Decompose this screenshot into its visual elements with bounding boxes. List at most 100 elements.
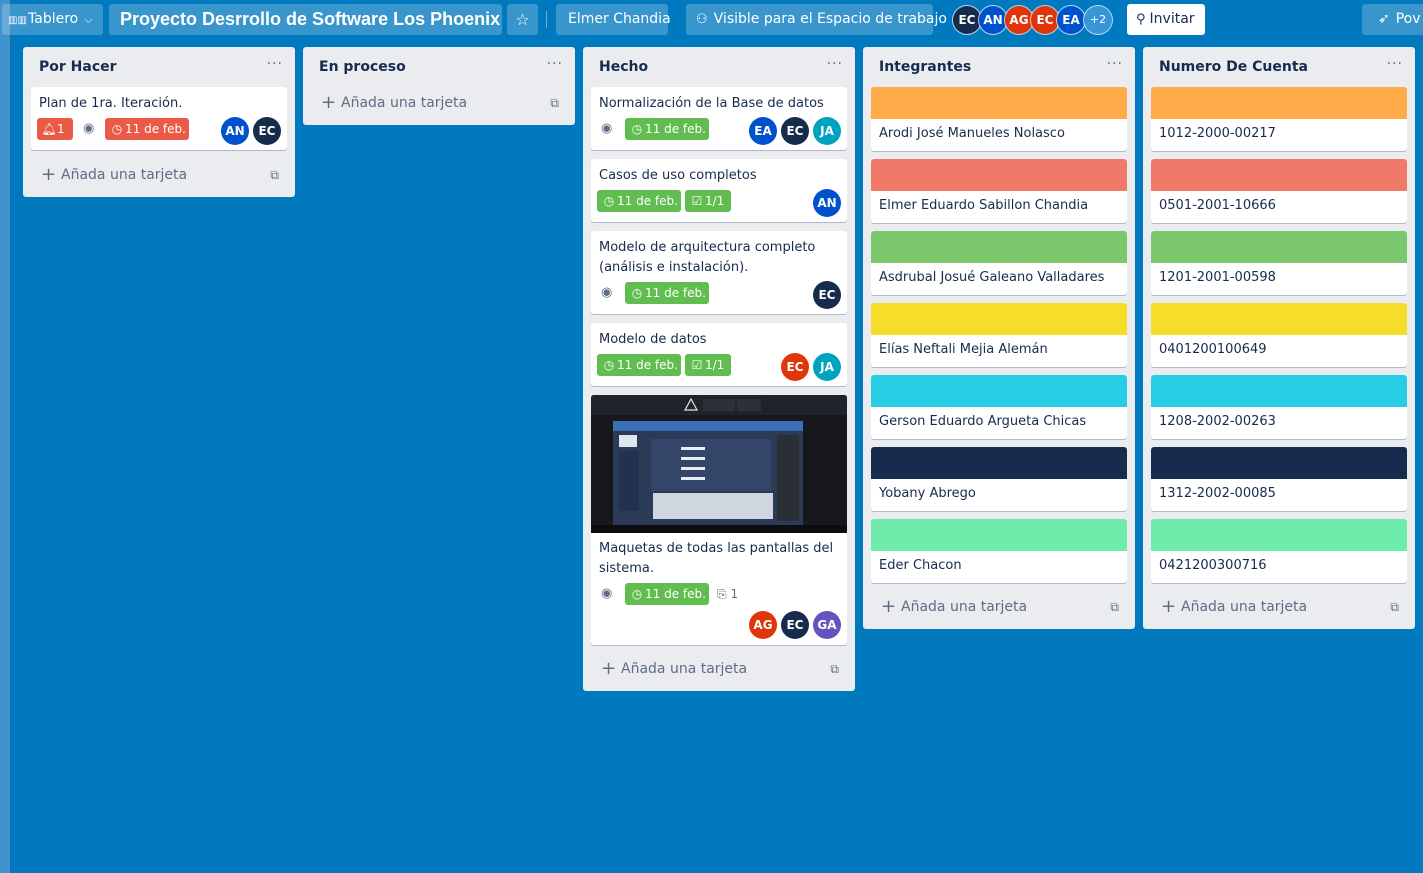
due-date-badge[interactable]: ◷ 11 de feb.: [597, 190, 681, 212]
list-title[interactable]: En proceso: [319, 59, 406, 75]
add-card-button[interactable]: + Añada una tarjeta ⧉: [1151, 593, 1407, 621]
card[interactable]: Elmer Eduardo Sabillon Chandia: [871, 159, 1127, 223]
card-title: 1208-2002-00263: [1159, 414, 1276, 429]
card[interactable]: Eder Chacon: [871, 519, 1127, 583]
card[interactable]: Modelo de arquitectura completo (análisi…: [591, 231, 847, 314]
template-icon[interactable]: ⧉: [830, 655, 839, 683]
eye-icon: ◉: [601, 285, 613, 300]
card[interactable]: 1012-2000-00217: [1151, 87, 1407, 151]
list-title[interactable]: Numero De Cuenta: [1159, 59, 1308, 75]
label-strip: [871, 159, 1127, 191]
list-integrantes: Integrantes ··· Arodi José Manueles Nola…: [863, 47, 1135, 629]
clock-icon: ◷: [631, 587, 643, 601]
due-date-badge[interactable]: ◷ 11 de feb.: [597, 354, 681, 376]
board-switcher-button[interactable]: ▥▥Tablero ⌵: [2, 4, 103, 35]
board-title[interactable]: Proyecto Desrrollo de Software Los Phoen…: [109, 4, 502, 35]
more-icon[interactable]: ···: [267, 56, 283, 72]
add-card-button[interactable]: + Añada una tarjeta ⧉: [871, 593, 1127, 621]
avatar[interactable]: GA: [813, 611, 841, 639]
card-title: 0401200100649: [1159, 342, 1267, 357]
eye-icon: ◉: [601, 121, 613, 136]
header-divider: [546, 11, 547, 28]
template-icon[interactable]: ⧉: [1110, 593, 1119, 621]
card[interactable]: Casos de uso completos ◷ 11 de feb. ☑ 1/1 …: [591, 159, 847, 222]
card[interactable]: 0401200100649: [1151, 303, 1407, 367]
label-strip: [871, 519, 1127, 551]
attachment-badge: ⎘ 1: [717, 587, 739, 601]
star-icon[interactable]: ☆: [507, 4, 538, 35]
add-card-button[interactable]: + Añada una tarjeta ⧉: [311, 89, 567, 117]
list-header: Hecho ···: [583, 47, 855, 85]
card[interactable]: 0501-2001-10666: [1151, 159, 1407, 223]
add-card-button[interactable]: + Añada una tarjeta ⧉: [591, 655, 847, 683]
avatar[interactable]: EA: [749, 117, 777, 145]
card[interactable]: 1312-2002-00085: [1151, 447, 1407, 511]
card[interactable]: 1208-2002-00263: [1151, 375, 1407, 439]
list-numero-de-cuenta: Numero De Cuenta ··· 1012-2000-00217 050…: [1143, 47, 1415, 629]
due-date-badge[interactable]: ◷ 11 de feb.: [105, 118, 189, 140]
paperclip-icon: ⎘: [717, 587, 727, 601]
card-badges: ◷ 11 de feb. ☑ 1/1: [597, 354, 747, 376]
rocket-icon: ➶: [1378, 11, 1390, 27]
avatar[interactable]: EC: [781, 117, 809, 145]
avatar[interactable]: EC: [781, 353, 809, 381]
avatar[interactable]: AN: [813, 189, 841, 217]
avatar[interactable]: EC: [1031, 6, 1059, 34]
more-members-button[interactable]: +2: [1084, 6, 1112, 34]
template-icon[interactable]: ⧉: [550, 89, 559, 117]
card-badges: 🔔︎1 ◉ ◷ 11 de feb.: [37, 118, 227, 140]
card[interactable]: Normalización de la Base de datos ◉ ◷ 11 …: [591, 87, 847, 150]
avatar[interactable]: AG: [749, 611, 777, 639]
checkbox-icon: ☑: [691, 194, 703, 208]
more-icon[interactable]: ···: [547, 56, 563, 72]
label-strip: [1151, 231, 1407, 263]
avatar[interactable]: EC: [253, 117, 281, 145]
template-icon[interactable]: ⧉: [1390, 593, 1399, 621]
list-title[interactable]: Por Hacer: [39, 59, 117, 75]
card[interactable]: Maquetas de todas las pantallas del sist…: [591, 395, 847, 645]
list-header: Por Hacer ···: [23, 47, 295, 85]
left-sidebar-edge[interactable]: [0, 0, 11, 873]
card[interactable]: Asdrubal Josué Galeano Valladares: [871, 231, 1127, 295]
card[interactable]: 0421200300716: [1151, 519, 1407, 583]
chevron-down-icon: ⌵: [84, 13, 93, 26]
card[interactable]: Modelo de datos ◷ 11 de feb. ☑ 1/1 EC JA: [591, 323, 847, 386]
list-header: Numero De Cuenta ···: [1143, 47, 1415, 85]
list-hecho: Hecho ··· Normalización de la Base de da…: [583, 47, 855, 691]
avatar[interactable]: AN: [221, 117, 249, 145]
due-date-badge[interactable]: ◷ 11 de feb.: [625, 282, 709, 304]
visibility-button[interactable]: ⚇ Visible para el Espacio de trabajo: [686, 4, 947, 35]
card[interactable]: Plan de 1ra. Iteración. 🔔︎1 ◉ ◷ 11 de feb…: [31, 87, 287, 150]
label-strip: [1151, 375, 1407, 407]
checkbox-icon: ☑: [691, 358, 703, 372]
template-icon[interactable]: ⧉: [270, 161, 279, 189]
more-icon[interactable]: ···: [1107, 56, 1123, 72]
invite-button[interactable]: ⚲ Invitar: [1127, 4, 1205, 35]
plus-icon: +: [321, 92, 337, 113]
avatar[interactable]: EC: [953, 6, 981, 34]
card[interactable]: Elías Neftali Mejia Alemán: [871, 303, 1127, 367]
power-ups-button[interactable]: ➶ Pov: [1362, 4, 1423, 35]
list-title[interactable]: Hecho: [599, 59, 648, 75]
more-icon[interactable]: ···: [1387, 56, 1403, 72]
avatar[interactable]: JA: [813, 353, 841, 381]
card[interactable]: 1201-2001-00598: [1151, 231, 1407, 295]
due-date-badge[interactable]: ◷ 11 de feb.: [625, 583, 709, 605]
avatar[interactable]: EA: [1057, 6, 1085, 34]
avatar[interactable]: AN: [979, 6, 1007, 34]
due-date-badge[interactable]: ◷ 11 de feb.: [625, 118, 709, 140]
avatar[interactable]: JA: [813, 117, 841, 145]
clock-icon: ◷: [631, 122, 643, 136]
card[interactable]: Gerson Eduardo Argueta Chicas: [871, 375, 1127, 439]
avatar[interactable]: EC: [781, 611, 809, 639]
add-card-button[interactable]: + Añada una tarjeta ⧉: [31, 161, 287, 189]
more-icon[interactable]: ···: [827, 56, 843, 72]
avatar[interactable]: AG: [1005, 6, 1033, 34]
label-strip: [871, 231, 1127, 263]
workspace-button[interactable]: Elmer Chandia: [556, 4, 671, 35]
card[interactable]: Yobany Abrego: [871, 447, 1127, 511]
label-strip: [871, 303, 1127, 335]
avatar[interactable]: EC: [813, 281, 841, 309]
list-title[interactable]: Integrantes: [879, 59, 971, 75]
card[interactable]: Arodi José Manueles Nolasco: [871, 87, 1127, 151]
